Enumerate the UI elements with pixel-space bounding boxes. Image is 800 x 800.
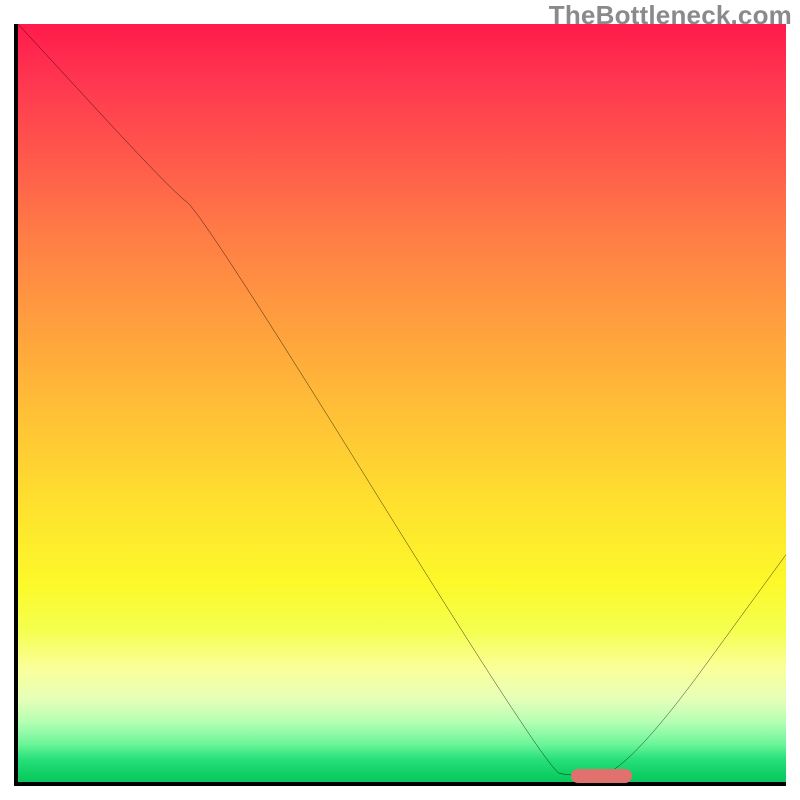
bottleneck-curve-line (18, 24, 786, 776)
score-marker (571, 769, 632, 783)
chart-container: TheBottleneck.com (0, 0, 800, 800)
plot-frame (14, 24, 786, 786)
bottleneck-curve-plot (18, 24, 786, 782)
